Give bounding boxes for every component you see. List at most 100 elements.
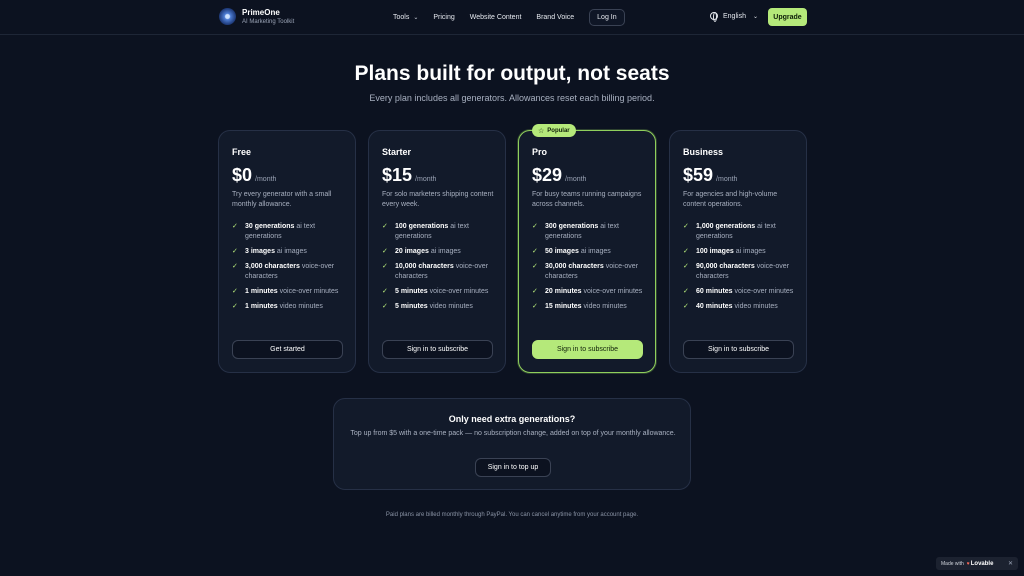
plan-description: For agencies and high-volume content ope…	[683, 191, 778, 208]
check-icon: ✓	[382, 248, 388, 255]
feature-value: 20 images	[395, 248, 429, 255]
chevron-down-icon: ⌄	[413, 15, 419, 21]
check-icon: ✓	[683, 303, 689, 310]
globe-icon	[710, 12, 718, 22]
check-icon: ✓	[683, 248, 689, 255]
price-period: /month	[255, 176, 277, 183]
feature-text: 30,000 characters voice-over characters	[545, 262, 646, 282]
feature-value: 50 images	[545, 248, 579, 255]
plan-cta-button[interactable]: Sign in to subscribe	[683, 340, 794, 359]
brand-subtitle: AI Marketing Toolkit	[242, 18, 295, 25]
feature-item: ✓ 90,000 characters voice-over characters	[683, 262, 797, 282]
topup-title: Only need extra generations?	[448, 414, 576, 424]
feature-value: 20 minutes	[545, 288, 582, 295]
feature-item: ✓ 100 generations ai text generations	[382, 222, 496, 242]
brand-text: PrimeOne AI Marketing Toolkit	[242, 8, 295, 25]
heart-icon: ♥	[966, 560, 970, 567]
nav-tools[interactable]: Tools ⌄	[393, 9, 418, 26]
feature-value: 30 generations	[245, 223, 295, 230]
plan-price: $59	[683, 165, 714, 185]
upgrade-button[interactable]: Upgrade	[768, 8, 807, 26]
topup-panel: Only need extra generations? Top up from…	[333, 398, 691, 490]
nav-website-content[interactable]: Website Content	[470, 9, 522, 26]
plan-card-pro: ☆ Popular Pro $29/month For busy teams run…	[518, 124, 656, 373]
check-icon: ✓	[382, 263, 388, 270]
price-row: $59/month	[683, 165, 737, 186]
nav-links: Tools ⌄ Pricing Website Content Brand Vo…	[393, 9, 625, 26]
feature-item: ✓ 40 minutes video minutes	[683, 302, 797, 312]
check-icon: ✓	[683, 223, 689, 230]
top-nav: PrimeOne AI Marketing Toolkit Tools ⌄ Pr…	[0, 0, 1024, 35]
page-subtitle: Every plan includes all generators. Allo…	[369, 93, 655, 103]
feature-item: ✓ 3,000 characters voice-over characters	[232, 262, 346, 282]
feature-text: 1 minutes video minutes	[245, 302, 323, 312]
check-icon: ✓	[232, 303, 238, 310]
check-icon: ✓	[683, 288, 689, 295]
feature-label: ai images	[735, 248, 766, 255]
check-icon: ✓	[532, 248, 538, 255]
feature-text: 3 images ai images	[245, 247, 307, 257]
feature-text: 15 minutes video minutes	[545, 302, 627, 312]
feature-label: video minutes	[583, 303, 627, 310]
feature-item: ✓ 300 generations ai text generations	[532, 222, 646, 242]
feature-label: video minutes	[429, 303, 473, 310]
feature-value: 30,000 characters	[545, 263, 604, 270]
check-icon: ✓	[232, 263, 238, 270]
plan-price: $0	[232, 165, 253, 185]
feature-text: 50 images ai images	[545, 247, 611, 257]
feature-text: 5 minutes video minutes	[395, 302, 473, 312]
language-selector[interactable]: English ⌄	[710, 12, 758, 22]
plan-name: Free	[232, 147, 252, 157]
made-with-label: Made with	[941, 560, 964, 567]
language-label: English	[723, 12, 746, 20]
plan-card-business: Business $59/month For agencies and high-v…	[669, 130, 807, 373]
plan-cta-button[interactable]: Get started	[232, 340, 343, 359]
plan-description: For solo marketers shipping content ever…	[382, 191, 494, 208]
feature-item: ✓ 20 minutes voice-over minutes	[532, 287, 646, 297]
feature-text: 1,000 generations ai text generations	[696, 222, 797, 242]
feature-value: 3,000 characters	[245, 263, 300, 270]
plan-cta-button[interactable]: Sign in to subscribe	[532, 340, 643, 359]
check-icon: ✓	[382, 288, 388, 295]
plan-price: $15	[382, 165, 413, 185]
close-icon[interactable]: ✕	[1008, 560, 1013, 567]
feature-list: ✓ 100 generations ai text generations ✓ 20 …	[382, 222, 496, 317]
feature-item: ✓ 30 generations ai text generations	[232, 222, 346, 242]
feature-value: 1 minutes	[245, 303, 278, 310]
feature-label: video minutes	[279, 303, 323, 310]
nav-pricing[interactable]: Pricing	[433, 9, 454, 26]
feature-text: 100 generations ai text generations	[395, 222, 496, 242]
made-with-lovable-badge[interactable]: Made with ♥ Lovable ✕	[936, 557, 1018, 570]
feature-value: 10,000 characters	[395, 263, 454, 270]
plan-name: Starter	[382, 147, 412, 157]
plan-card-starter: Starter $15/month For solo marketers shipp…	[368, 130, 506, 373]
feature-list: ✓ 30 generations ai text generations ✓ 3 im…	[232, 222, 346, 317]
feature-label: video minutes	[734, 303, 778, 310]
brand[interactable]: PrimeOne AI Marketing Toolkit	[219, 8, 294, 25]
feature-value: 5 minutes	[395, 288, 428, 295]
feature-text: 100 images ai images	[696, 247, 766, 257]
plan-cta-button[interactable]: Sign in to subscribe	[382, 340, 493, 359]
feature-item: ✓ 5 minutes video minutes	[382, 302, 496, 312]
topup-button[interactable]: Sign in to top up	[475, 458, 551, 477]
check-icon: ✓	[382, 303, 388, 310]
feature-item: ✓ 1,000 generations ai text generations	[683, 222, 797, 242]
feature-label: voice-over minutes	[734, 288, 794, 295]
check-icon: ✓	[232, 223, 238, 230]
check-icon: ✓	[532, 288, 538, 295]
check-icon: ✓	[532, 303, 538, 310]
feature-value: 60 minutes	[696, 288, 733, 295]
feature-text: 90,000 characters voice-over characters	[696, 262, 797, 282]
feature-list: ✓ 300 generations ai text generations ✓ 50 …	[532, 222, 646, 317]
check-icon: ✓	[683, 263, 689, 270]
check-icon: ✓	[532, 263, 538, 270]
feature-value: 40 minutes	[696, 303, 733, 310]
login-button[interactable]: Log In	[589, 9, 625, 26]
nav-brand-voice[interactable]: Brand Voice	[536, 9, 574, 26]
feature-label: ai images	[580, 248, 611, 255]
billing-footnote: Paid plans are billed monthly through Pa…	[385, 512, 639, 518]
feature-item: ✓ 5 minutes voice-over minutes	[382, 287, 496, 297]
feature-item: ✓ 50 images ai images	[532, 247, 646, 257]
feature-item: ✓ 100 images ai images	[683, 247, 797, 257]
feature-list: ✓ 1,000 generations ai text generations ✓ 1…	[683, 222, 797, 317]
